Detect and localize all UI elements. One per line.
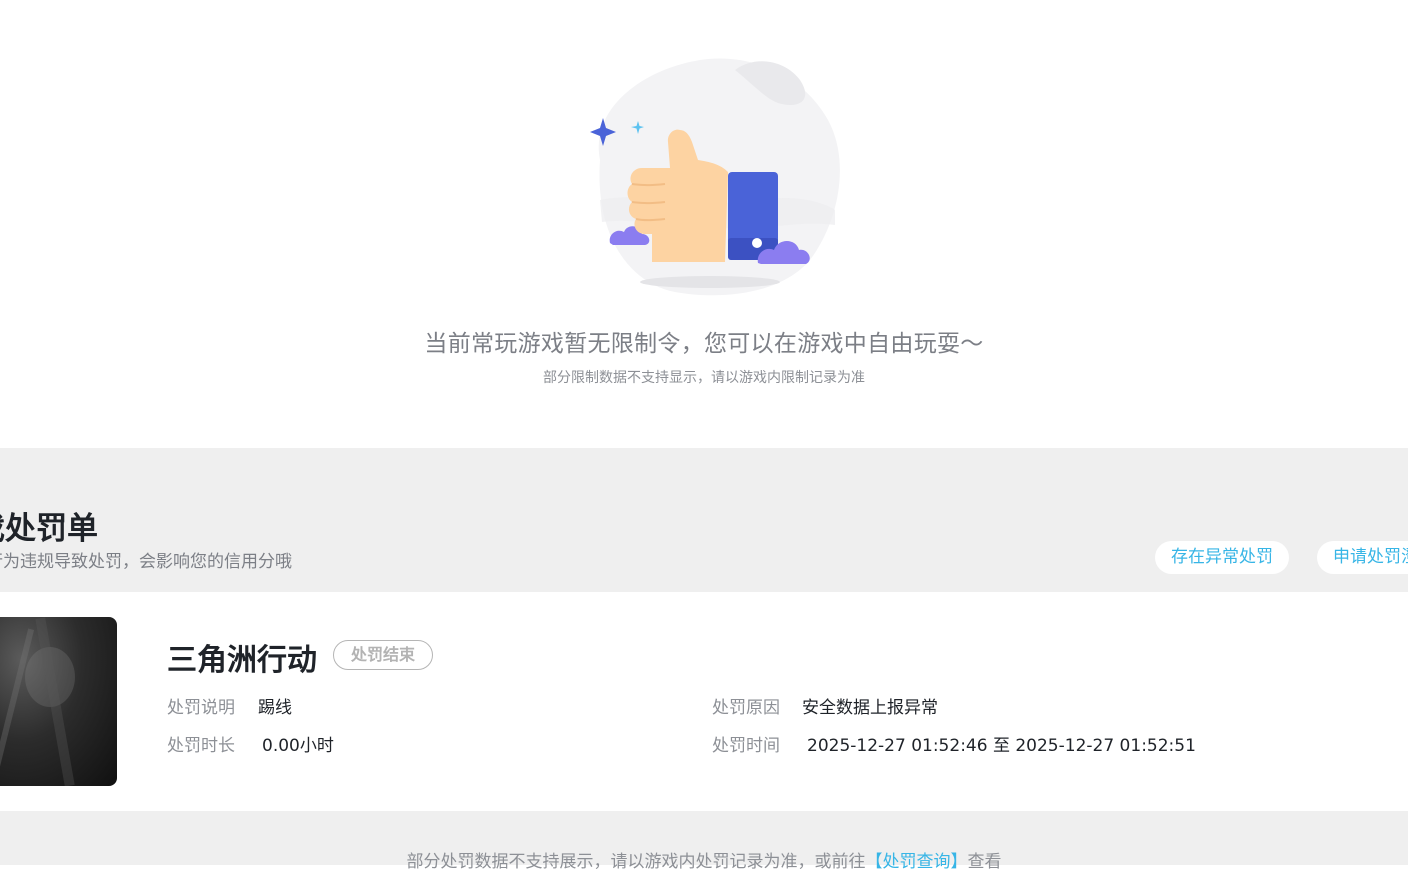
penalty-time-value: 2025-12-27 01:52:46 至 2025-12-27 01:52:5… <box>807 736 1196 756</box>
appeal-penalty-button[interactable]: 申请处罚澄 <box>1317 541 1408 574</box>
section-title: 戏处罚单 <box>0 511 98 547</box>
status-badge: 处罚结束 <box>333 640 434 670</box>
penalty-desc-value: 踢线 <box>258 698 292 718</box>
game-cover-image <box>0 617 117 786</box>
empty-state-title: 当前常玩游戏暂无限制令，您可以在游戏中自由玩耍～ <box>424 331 984 357</box>
footer-note: 部分处罚数据不支持展示，请以游戏内处罚记录为准，或前往【处罚查询】查看 <box>0 811 1408 872</box>
empty-state-subtitle: 部分限制数据不支持显示，请以游戏内限制记录为准 <box>543 370 865 386</box>
penalty-reason-value: 安全数据上报异常 <box>802 698 938 718</box>
section-subtitle: 行为违规导致处罚，会影响您的信用分哦 <box>0 552 292 572</box>
empty-state-section: 当前常玩游戏暂无限制令，您可以在游戏中自由玩耍～ 部分限制数据不支持显示，请以游… <box>0 0 1408 448</box>
penalty-desc-label: 处罚说明 <box>167 698 235 718</box>
penalty-duration-label: 处罚时长 <box>167 736 235 756</box>
penalty-section-header: 戏处罚单 行为违规导致处罚，会影响您的信用分哦 存在异常处罚 申请处罚澄 <box>0 448 1408 592</box>
footer-prefix: 部分处罚数据不支持展示，请以游戏内处罚记录为准，或前往 <box>406 852 866 872</box>
penalty-duration-value: 0.00小时 <box>262 736 334 756</box>
penalty-time-label: 处罚时间 <box>712 736 780 756</box>
penalty-card: 三角洲行动 处罚结束 处罚说明 踢线 处罚原因 安全数据上报异常 处罚时长 0.… <box>0 592 1408 811</box>
penalty-reason-label: 处罚原因 <box>712 698 780 718</box>
thumbs-up-illustration <box>590 58 840 296</box>
footer-suffix: 查看 <box>967 852 1002 872</box>
penalty-query-link[interactable]: 【处罚查询】 <box>866 852 968 872</box>
game-title: 三角洲行动 <box>167 643 317 678</box>
abnormal-penalty-button[interactable]: 存在异常处罚 <box>1155 541 1289 574</box>
